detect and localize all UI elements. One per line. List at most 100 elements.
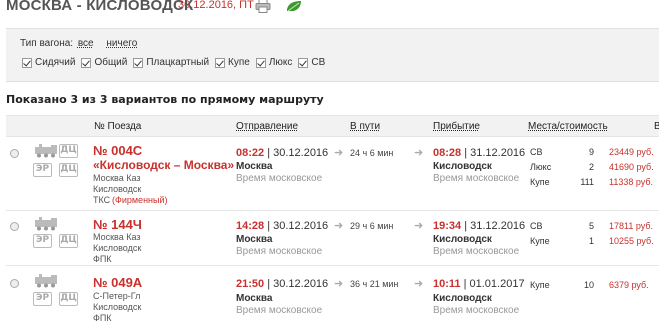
- route-to: Кисловодск: [93, 302, 142, 312]
- col-train: № Поезда: [94, 121, 142, 132]
- locomotive-icon: [35, 144, 57, 158]
- seat-price[interactable]: 17811 руб.: [609, 221, 653, 231]
- seat-price[interactable]: 11338 руб.: [609, 177, 653, 187]
- seat-price[interactable]: 10255 руб.: [609, 236, 654, 246]
- checkbox-box[interactable]: [81, 57, 92, 68]
- seat-class: Купе: [530, 236, 550, 246]
- duration: 36 ч 21 мин: [350, 279, 399, 289]
- seat-class: СВ: [530, 147, 543, 157]
- select-none-link[interactable]: ничего: [106, 38, 137, 49]
- checkbox-box[interactable]: [215, 57, 226, 68]
- route-from: С-Петер-Гл: [93, 291, 141, 301]
- seat-count: 2: [588, 162, 594, 172]
- checkbox-kupe[interactable]: Купе: [215, 57, 250, 68]
- col-edge: В: [654, 121, 659, 132]
- wagon-filter-panel: Тип вагона: все ничего Сидячий Общий Пла…: [6, 28, 659, 82]
- seat-count: 1: [588, 236, 594, 246]
- checkbox-lux[interactable]: Люкс: [255, 57, 293, 68]
- wagon-type-label: Тип вагона:: [20, 38, 74, 49]
- seat-class: Купе: [530, 177, 550, 187]
- train-number[interactable]: № 004С: [93, 143, 142, 158]
- arrival-tz: Время московское: [433, 246, 520, 257]
- badge-dc: ДЦ: [59, 292, 78, 306]
- checkbox-platskart[interactable]: Плацкартный: [133, 57, 209, 68]
- badge-er: ЭР: [33, 234, 52, 248]
- locomotive-icon: [35, 274, 57, 288]
- arrow-right-icon: ➜: [334, 147, 344, 159]
- arrow-right-icon: ➜: [414, 147, 424, 159]
- train-row[interactable]: ЭР ДЦ № 049А С-Петер-Гл Кисловодск ФПК 2…: [6, 267, 659, 335]
- checkbox-box[interactable]: [255, 57, 266, 68]
- seat-price[interactable]: 41690 руб.: [609, 162, 654, 172]
- results-summary: Показано 3 из 3 вариантов по прямому мар…: [6, 93, 324, 106]
- seat-class: Люкс: [530, 162, 552, 172]
- page-header: МОСКВА - КИСЛОВОДСК 30.12.2016, ПТ: [0, 0, 659, 26]
- route-to: Кисловодск: [93, 243, 142, 253]
- train-number[interactable]: № 049А: [93, 275, 142, 290]
- train-row[interactable]: ДЦ ЭР ДЦ № 004С «Кисловодск – Москва» Мо…: [6, 138, 659, 211]
- seat-class: Купе: [530, 280, 550, 290]
- col-arrival[interactable]: Прибытие: [433, 121, 480, 132]
- route-from: Москва Каз: [93, 232, 141, 242]
- departure-time: 21:50 | 30.12.2016: [236, 278, 329, 290]
- checkbox-box[interactable]: [133, 57, 144, 68]
- arrival-tz: Время московское: [433, 305, 520, 316]
- seat-count: 9: [588, 147, 594, 157]
- wagon-checkboxes: Сидячий Общий Плацкартный Купе Люкс СВ: [22, 57, 325, 68]
- checkbox-label: Общий: [94, 57, 128, 68]
- badge-dc: ДЦ: [59, 144, 78, 158]
- checkbox-box[interactable]: [298, 57, 309, 68]
- table-header: № Поезда Отправление В пути Прибытие Мес…: [6, 115, 659, 137]
- seat-price[interactable]: 23449 руб.: [609, 147, 654, 157]
- carrier: ТКС: [93, 195, 111, 205]
- col-in-transit[interactable]: В пути: [350, 121, 380, 132]
- checkbox-box[interactable]: [22, 57, 32, 68]
- checkbox-label: Плацкартный: [146, 57, 210, 68]
- badge-er: ЭР: [33, 163, 52, 177]
- badge-dc: ДЦ: [59, 234, 78, 248]
- arrow-right-icon: ➜: [334, 220, 344, 232]
- arrow-right-icon: ➜: [334, 278, 344, 290]
- arrival-time: 08:28 | 31.12.2016: [433, 147, 526, 159]
- duration: 29 ч 6 мин: [350, 221, 394, 231]
- duration: 24 ч 6 мин: [350, 148, 394, 158]
- carrier: ФПК: [93, 254, 112, 264]
- arrival-city: Кисловодск: [433, 161, 492, 172]
- departure-time: 08:22 | 30.12.2016: [236, 147, 329, 159]
- seat-count: 5: [588, 221, 594, 231]
- arrival-city: Кисловодск: [433, 234, 492, 245]
- checkbox-label: СВ: [311, 57, 326, 68]
- checkbox-general[interactable]: Общий: [81, 57, 127, 68]
- select-radio[interactable]: [10, 149, 19, 158]
- departure-time: 14:28 | 30.12.2016: [236, 220, 329, 232]
- checkbox-sv[interactable]: СВ: [298, 57, 325, 68]
- select-radio[interactable]: [10, 222, 19, 231]
- leaf-icon[interactable]: [285, 0, 303, 13]
- seat-price[interactable]: 6379 руб.: [609, 280, 649, 290]
- route-date: 30.12.2016, ПТ: [178, 0, 254, 11]
- printer-icon[interactable]: [255, 0, 271, 13]
- arrival-city: Кисловодск: [433, 293, 492, 304]
- badge-er: ЭР: [33, 292, 52, 306]
- select-all-link[interactable]: все: [78, 38, 94, 49]
- arrival-time: 10:11 | 01.01.2017: [433, 278, 525, 290]
- col-seats[interactable]: Места/стоимость: [528, 121, 608, 132]
- train-name: «Кисловодск – Москва»: [93, 158, 235, 172]
- arrival-tz: Время московское: [433, 173, 520, 184]
- wagon-type-row: Тип вагона: все ничего: [20, 38, 137, 49]
- checkbox-label: Сидячий: [35, 57, 76, 68]
- arrow-right-icon: ➜: [414, 220, 424, 232]
- departure-city: Москва: [236, 161, 273, 172]
- train-row[interactable]: ЭР ДЦ № 144Ч Москва Каз Кисловодск ФПК 1…: [6, 212, 659, 266]
- locomotive-icon: [35, 217, 57, 231]
- checkbox-sitting[interactable]: Сидячий: [22, 57, 75, 68]
- select-radio[interactable]: [10, 279, 19, 288]
- seat-count: 111: [580, 177, 594, 187]
- departure-tz: Время московское: [236, 246, 323, 257]
- seat-count: 10: [583, 280, 594, 290]
- checkbox-label: Люкс: [268, 57, 293, 68]
- badge-dc: ДЦ: [59, 163, 78, 177]
- arrival-time: 19:34 | 31.12.2016: [433, 220, 526, 232]
- col-departure[interactable]: Отправление: [236, 121, 298, 132]
- train-number[interactable]: № 144Ч: [93, 217, 142, 232]
